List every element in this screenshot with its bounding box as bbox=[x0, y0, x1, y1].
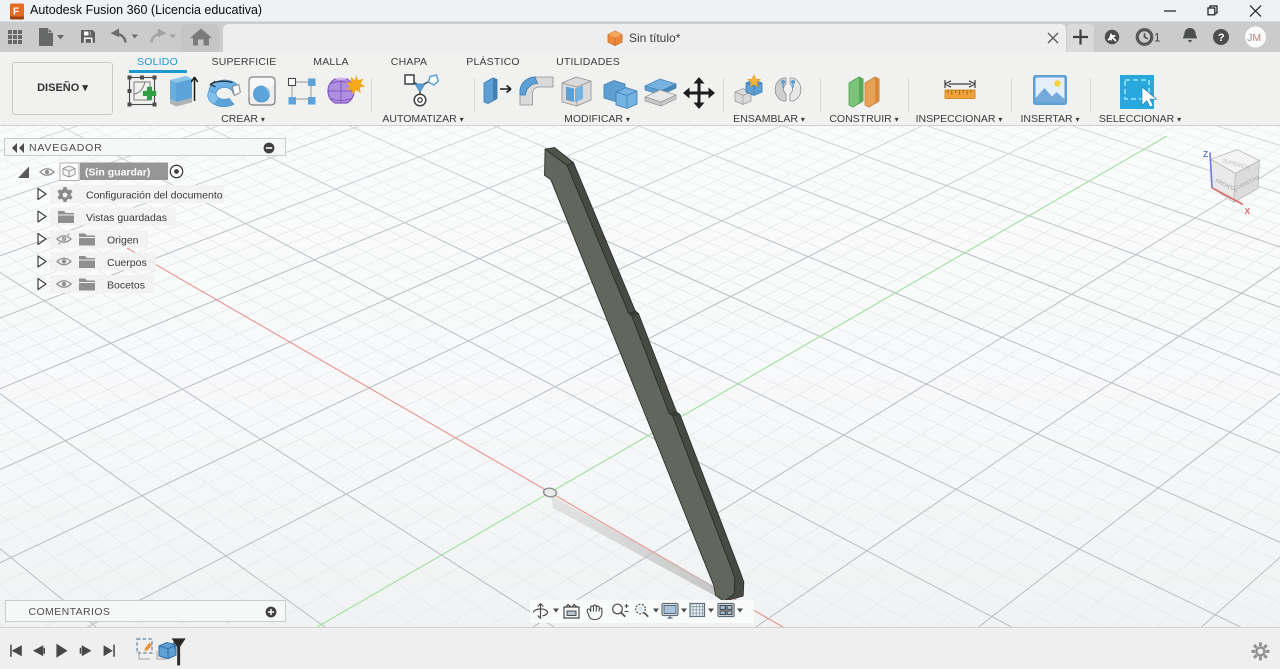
svg-text:JM: JM bbox=[1247, 32, 1261, 44]
svg-text:Vistas guardadas: Vistas guardadas bbox=[86, 212, 167, 224]
svg-text:1: 1 bbox=[1154, 33, 1160, 45]
svg-text:X: X bbox=[1245, 206, 1251, 216]
svg-text:Configuración del documento: Configuración del documento bbox=[86, 190, 223, 202]
svg-text:Origen: Origen bbox=[107, 235, 139, 247]
svg-text:(Sin guardar): (Sin guardar) bbox=[85, 167, 150, 179]
svg-text:Bocetos: Bocetos bbox=[107, 280, 145, 292]
svg-text:Cuerpos: Cuerpos bbox=[107, 257, 147, 269]
svg-text:?: ? bbox=[1218, 32, 1225, 44]
svg-text:F: F bbox=[13, 7, 19, 18]
svg-text:Z: Z bbox=[1203, 149, 1208, 159]
